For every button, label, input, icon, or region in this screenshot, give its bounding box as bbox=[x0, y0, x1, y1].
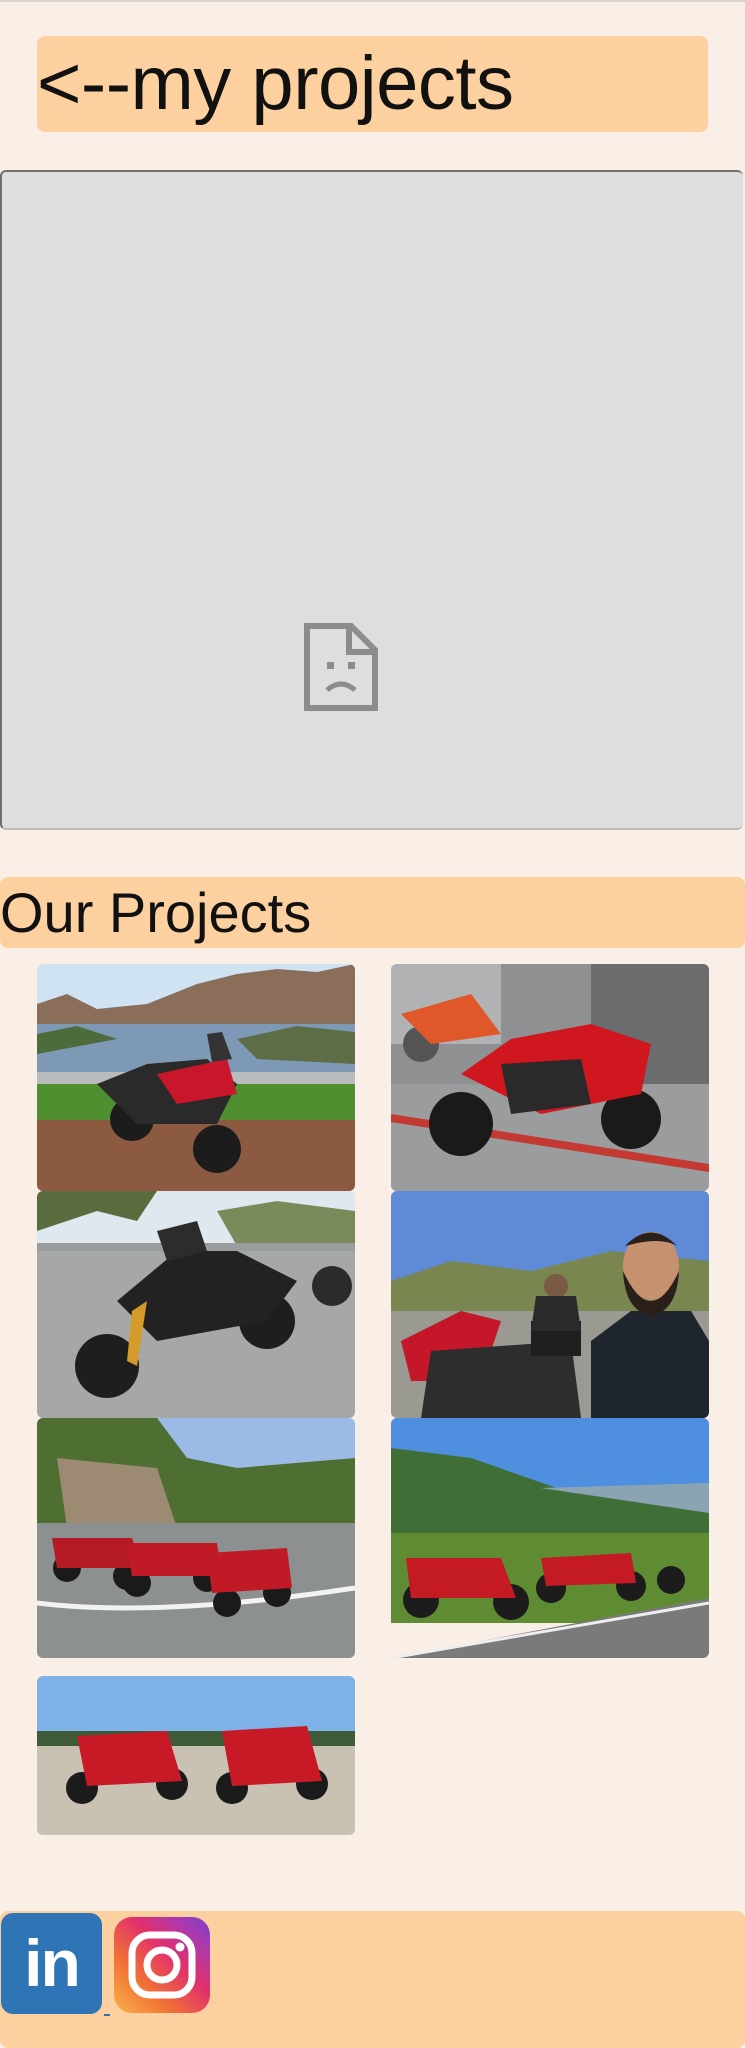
linkedin-link[interactable]: in bbox=[1, 1913, 102, 2014]
projects-section-header: Our Projects bbox=[0, 877, 745, 948]
broken-document-icon bbox=[304, 623, 378, 711]
photo-red-ducati-monster[interactable] bbox=[391, 964, 709, 1191]
section-title: Our Projects bbox=[0, 881, 312, 944]
footer bbox=[0, 1911, 745, 2048]
top-divider bbox=[0, 0, 745, 2]
link-underline bbox=[104, 2014, 110, 2016]
back-to-projects-link[interactable]: <--my projects bbox=[37, 36, 514, 132]
embedded-content-frame[interactable] bbox=[0, 170, 743, 830]
photo-bikes-on-curve[interactable] bbox=[37, 1418, 355, 1658]
instagram-icon bbox=[128, 1931, 196, 1999]
instagram-link[interactable] bbox=[114, 1917, 210, 2013]
photo-two-red-bikes[interactable] bbox=[37, 1676, 355, 1835]
photo-black-roadster[interactable] bbox=[37, 1191, 355, 1418]
linkedin-icon: in bbox=[24, 1926, 81, 2000]
page-header: <--my projects bbox=[37, 36, 708, 132]
photo-bmw-lake[interactable] bbox=[37, 964, 355, 1191]
photo-rider-selfie[interactable] bbox=[391, 1191, 709, 1418]
photo-bikes-in-valley[interactable] bbox=[391, 1418, 709, 1658]
